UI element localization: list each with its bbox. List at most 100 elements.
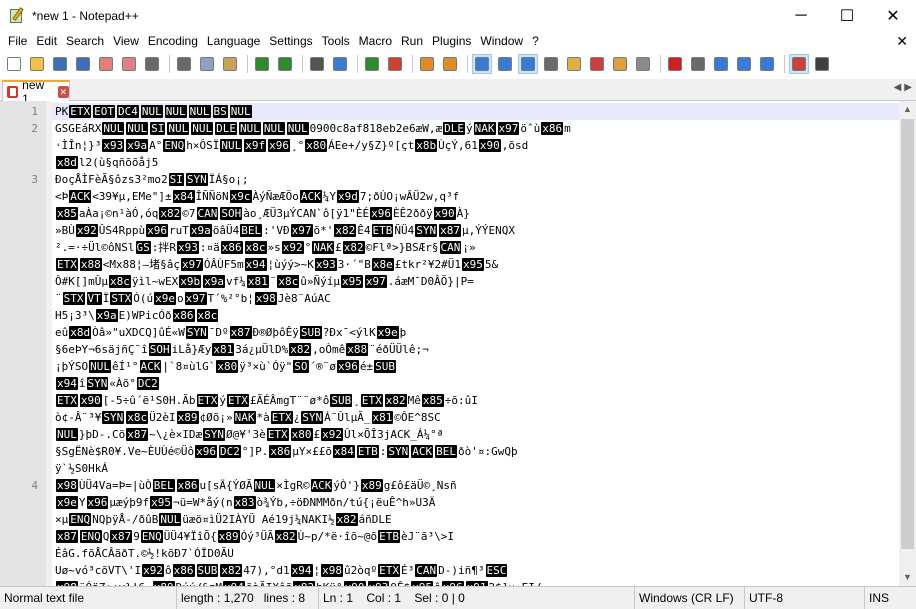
line-number: 4 (31, 479, 38, 492)
scroll-up-icon[interactable]: ▲ (899, 101, 916, 118)
close-document-x[interactable]: ✕ (896, 31, 908, 51)
open-file-icon[interactable] (27, 54, 47, 74)
scrollbar-thumb[interactable] (901, 119, 914, 549)
toolbar-separator (302, 55, 303, 73)
line-number: 3 (31, 173, 38, 186)
editor-area[interactable]: 1 PK ETX EOT DC4 NUL NUL NUL BS NUL 2 GSGEáRX NUL NUL… (0, 101, 916, 586)
close-icon[interactable] (96, 54, 116, 74)
window-title: *new 1 - Notepad++ (32, 8, 139, 23)
menu-encoding[interactable]: Encoding (144, 31, 202, 51)
close-all-icon[interactable] (119, 54, 139, 74)
line-text: eû x8d Òâ»"uXDCQ]ûÉ«W SYN ¯Dº x87 Ð®ØþôÊÿ SUB ?Ð… (55, 326, 407, 339)
line-text: »BÙ x92 ÛS4Rppù x96 ruT x9a öâÜ4 BEL:'VÐ x97 õ*' x… (55, 224, 515, 237)
print-icon[interactable] (142, 54, 162, 74)
minimize-button[interactable]: ─ (778, 0, 824, 31)
toolbar-separator (357, 55, 358, 73)
editor-line: 3 ÐoçÅÌFèÃ§ôzs3²mo2 SI SYN ÏÁ§o¡; (0, 171, 900, 188)
line-text: ETX x90 [-5÷û´ë¹S0H.Ãb ETX ý ETX £ÃÉÂmgT¨¨ø*ô S… (56, 394, 478, 407)
editor-line: x85 aÀa¡©n¹àÓ,óq x82 ©7 CAN SOH ào¸ÆÜ3µÝCAN`ô[… (0, 205, 900, 222)
menu-run[interactable]: Run (397, 31, 427, 51)
function-list-icon[interactable] (587, 54, 607, 74)
run-macro-multiple-icon[interactable] (734, 54, 754, 74)
menu-help[interactable]: ? (528, 31, 543, 51)
find-icon[interactable] (307, 54, 327, 74)
doc-map-icon[interactable] (564, 54, 584, 74)
save-all-icon[interactable] (73, 54, 93, 74)
line-text: PK ETX EOT DC4 NUL NUL NUL BS NUL (55, 105, 252, 118)
heading-icon[interactable] (812, 54, 832, 74)
indent-guide-icon[interactable] (518, 54, 538, 74)
tab-scroll-left-icon[interactable]: ◀ (894, 82, 902, 93)
menu-settings[interactable]: Settings (265, 31, 316, 51)
word-wrap-icon[interactable] (472, 54, 492, 74)
toolbar-separator (169, 55, 170, 73)
menu-macro[interactable]: Macro (355, 31, 396, 51)
editor-line: §6eÞY¬6säjñÇ¨î SOH iLå}Æy x81 3á¿µÜlD% x82 ,oÒ… (0, 341, 900, 358)
line-text: ¨ STX VT Ï STX Ó(ú x9e o x97 T´%²°b¦ x98 Jè8¨AúAC (55, 292, 331, 305)
close-window-button[interactable]: ✕ (870, 0, 916, 31)
record-macro-icon[interactable] (665, 54, 685, 74)
user-language-icon[interactable] (541, 54, 561, 74)
line-text: NUL}þD-.Cõ x87 ~\¿è×IDæ SYN Ø@¥'3è ETX x80 £ x92… (56, 428, 444, 441)
editor-line: »BÙ x92 ÛS4Rppù x96 ruT x9a öâÜ4 BEL:'VÐ x97 õ*' x… (0, 222, 900, 239)
line-text: x98¨ÓäZ:;v}!6·x89Ðúú/&zMx94õàÃIXôãx82hKü… (55, 579, 900, 586)
line-text: Ô#K[]mÛµ x8c ÿìl~wEX x9b x9a vf¼ x81 ¨ x8c û»Ñýíµ… (55, 275, 474, 288)
editor-line: x94 î SYN «Àõ° DC2 (0, 375, 900, 392)
tab-close-icon[interactable]: ✕ (57, 85, 70, 98)
menu-view[interactable]: View (109, 31, 143, 51)
zoom-in-icon[interactable] (362, 54, 382, 74)
save-macro-icon[interactable] (757, 54, 777, 74)
monitoring-icon[interactable] (633, 54, 653, 74)
notepadpp-app-icon (8, 6, 26, 25)
editor-line: ².=·÷Ül©ôNSl GS:拌R x93:¤ä x86 x8c »s x92 ° NAK £ x… (0, 239, 900, 256)
editor-line: ETX x88 <Mx88¦–堵§âç x97 ÓÂÙF5m x94 ¦ùýý>~K x93 3… (0, 256, 900, 273)
editor-line: 1 PK ETX EOT DC4 NUL NUL NUL BS NUL (0, 103, 900, 120)
scroll-down-icon[interactable]: ▼ (899, 569, 916, 586)
maximize-button[interactable]: ☐ (824, 0, 870, 31)
new-file-icon[interactable] (4, 54, 24, 74)
line-text: x85 aÀa¡©n¹àÓ,óq x82 ©7 CAN SOH ào¸ÆÜ3µÝCAN`ô[… (56, 207, 470, 220)
menu-edit[interactable]: Edit (32, 31, 61, 51)
line-text: ˓ÌÎn¦}³ x93 x9a A° ENQ h×ÔSÏ NUL x9f x96 ¸° x80 ÁEe… (55, 139, 529, 152)
menu-plugins[interactable]: Plugins (428, 31, 475, 51)
line-text: §SgËNè$R0¥.Ve~ÈUÙé©Üô x96 DC2 °]P. x86 µY×££õ… (55, 445, 518, 458)
stop-macro-icon[interactable] (688, 54, 708, 74)
play-macro-icon[interactable] (711, 54, 731, 74)
editor-line: Uø~vó³cõVT\'I x92 ô x86 SUB x82 47),°d1 x94 ¦ x98… (0, 562, 900, 579)
tab-new-1[interactable]: new 1 ✕ (2, 78, 70, 106)
menu-search[interactable]: Search (62, 31, 108, 51)
vertical-scrollbar[interactable]: ▲ ▼ (899, 101, 916, 586)
status-length-text: length : 1,270 (181, 591, 254, 605)
line-text: ².=·÷Ül©ôNSl GS:拌R x93:¤ä x86 x8c »s x92 ° NAK £ x… (55, 241, 476, 254)
line-text: H5¡3³\ x9a E)WPicÓð x86 x8c (55, 309, 219, 322)
editor-line: x87 ENQ Qx87 9 ENQ ÜÜ4¥ÏîÕ{x89 Óý³ÜÃ x82 Ù~p/*ë·… (0, 528, 900, 545)
toolbar-separator (247, 55, 248, 73)
menu-file[interactable]: File (4, 31, 31, 51)
status-bar: Normal text file length : 1,270 lines : … (0, 586, 916, 609)
paste-icon[interactable] (220, 54, 240, 74)
tab-scroll-right-icon[interactable]: ▶ (904, 82, 912, 93)
menu-language[interactable]: Language (203, 31, 264, 51)
cut-icon[interactable] (174, 54, 194, 74)
toolbar-separator (467, 55, 468, 73)
status-file-type: Normal text file (4, 591, 85, 605)
save-icon[interactable] (50, 54, 70, 74)
folder-workspace-icon[interactable] (610, 54, 630, 74)
replace-icon[interactable] (330, 54, 350, 74)
status-insert-mode: INS (864, 587, 916, 609)
menu-window[interactable]: Window (476, 31, 527, 51)
redo-icon[interactable] (275, 54, 295, 74)
menu-tools[interactable]: Tools (318, 31, 354, 51)
spell-check-icon[interactable] (789, 54, 809, 74)
sync-vertical-icon[interactable] (417, 54, 437, 74)
copy-icon[interactable] (197, 54, 217, 74)
zoom-out-icon[interactable] (385, 54, 405, 74)
line-text: ×µ ENQ NQþÿÅ-/ðûB NUL üæö¤ìÜ2IÀYÜ Aé19j¼NAKI… (55, 513, 392, 526)
editor-line: H5¡3³\ x9a E)WPicÓð x86 x8c (0, 307, 900, 324)
status-eol: Windows (CR LF) (634, 587, 744, 609)
sync-horizontal-icon[interactable] (440, 54, 460, 74)
undo-icon[interactable] (252, 54, 272, 74)
show-all-chars-icon[interactable] (495, 54, 515, 74)
editor-line: x98¨ÓäZ:;v}!6·x89Ðúú/&zMx94õàÃIXôãx82hKü… (0, 579, 900, 586)
unsaved-file-icon (7, 85, 19, 98)
